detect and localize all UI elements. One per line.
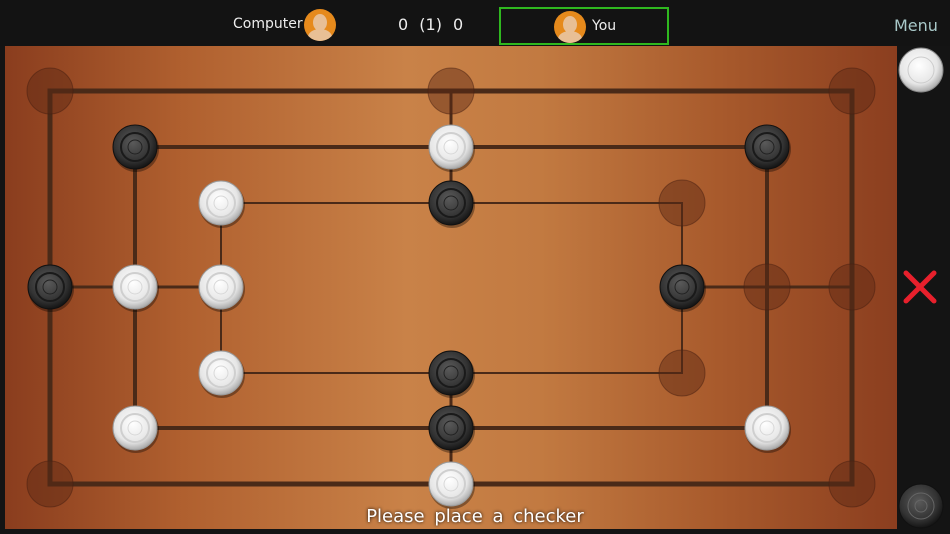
black-checker[interactable] bbox=[27, 264, 74, 312]
white-checker[interactable] bbox=[112, 405, 159, 453]
black-checker[interactable] bbox=[659, 264, 706, 312]
empty-point[interactable] bbox=[828, 460, 876, 508]
black-checker[interactable] bbox=[428, 405, 475, 453]
black-checker[interactable] bbox=[428, 350, 475, 398]
empty-point[interactable] bbox=[658, 349, 706, 397]
white-checker[interactable] bbox=[198, 350, 245, 398]
white-checker[interactable] bbox=[112, 264, 159, 312]
empty-point[interactable] bbox=[658, 179, 706, 227]
inner-ring-line bbox=[220, 202, 683, 374]
white-checker[interactable] bbox=[198, 264, 245, 312]
black-checker[interactable] bbox=[428, 180, 475, 228]
black-checker[interactable] bbox=[744, 124, 791, 172]
white-checker[interactable] bbox=[428, 461, 475, 509]
status-message: Please place a checker bbox=[366, 506, 584, 527]
empty-point[interactable] bbox=[26, 460, 74, 508]
empty-point[interactable] bbox=[828, 67, 876, 115]
empty-point[interactable] bbox=[743, 263, 791, 311]
white-checker[interactable] bbox=[198, 180, 245, 228]
white-checker[interactable] bbox=[428, 124, 475, 172]
white-checker[interactable] bbox=[744, 405, 791, 453]
empty-point[interactable] bbox=[26, 67, 74, 115]
empty-point[interactable] bbox=[828, 263, 876, 311]
empty-point[interactable] bbox=[427, 67, 475, 115]
player-reserve-piece bbox=[898, 47, 944, 93]
board-svg bbox=[26, 47, 944, 529]
black-checker[interactable] bbox=[112, 124, 159, 172]
remove-x-icon[interactable] bbox=[903, 270, 937, 304]
